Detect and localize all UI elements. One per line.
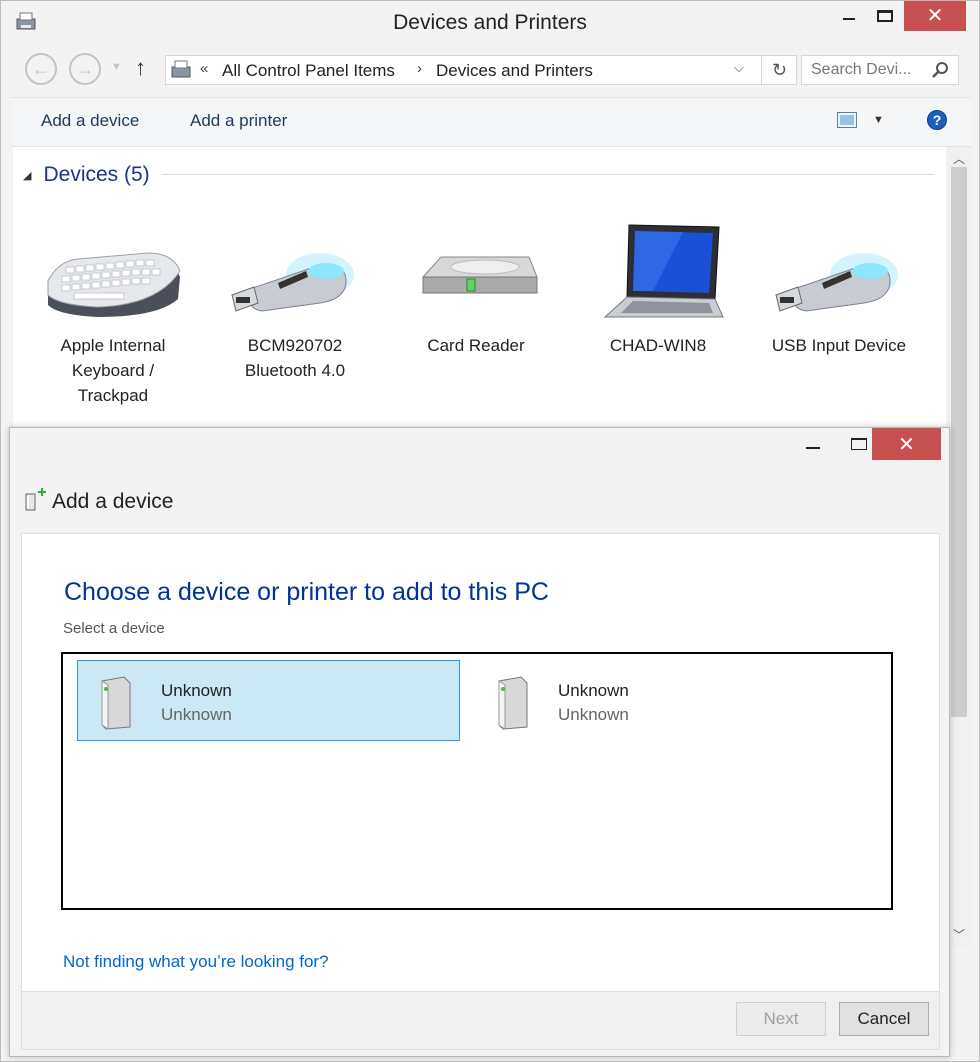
- dialog-body: Choose a device or printer to add to thi…: [21, 533, 940, 992]
- not-finding-link[interactable]: Not finding what you’re looking for?: [63, 952, 329, 972]
- close-button[interactable]: ✕: [904, 1, 966, 31]
- devices-content-area: ◢ Devices (5) Apple Internal Keyboard / T…: [13, 147, 946, 437]
- device-label: CHAD-WIN8: [609, 336, 707, 355]
- forward-arrow-icon: →: [76, 58, 94, 79]
- refresh-button[interactable]: ↻: [761, 56, 797, 84]
- devices-printers-location-icon: [171, 60, 191, 78]
- device-bcm920702-bluetooth[interactable]: BCM920702 Bluetooth 4.0: [205, 217, 385, 383]
- minimize-icon: [843, 18, 855, 20]
- dialog-close-button[interactable]: ✕: [872, 428, 941, 460]
- device-label: USB Input Device: [771, 336, 907, 355]
- navigation-bar: ← → ▼ ↑ « All Control Panel Items › Devi…: [11, 45, 971, 97]
- collapse-triangle-icon[interactable]: ◢: [23, 169, 31, 182]
- close-icon: ✕: [898, 433, 915, 456]
- unknown-device-icon: [101, 676, 131, 730]
- vertical-scrollbar[interactable]: ︿ ﹀: [947, 147, 971, 947]
- forward-button[interactable]: →: [69, 53, 101, 85]
- add-device-command[interactable]: Add a device: [41, 111, 139, 131]
- dialog-heading: Choose a device or printer to add to thi…: [64, 578, 549, 606]
- device-card-reader[interactable]: Card Reader: [386, 217, 566, 358]
- scrollbar-thumb[interactable]: [951, 167, 967, 717]
- breadcrumb-overflow-icon[interactable]: «: [200, 60, 208, 77]
- device-list[interactable]: Unknown Unknown Unknown Unknown: [61, 652, 893, 910]
- usb-dongle-icon: [231, 253, 354, 312]
- maximize-button[interactable]: [867, 1, 903, 31]
- dialog-subheading: Select a device: [63, 620, 165, 637]
- add-device-dialog: ✕ Add a device Choose a device or printe…: [9, 427, 950, 1057]
- maximize-icon: [877, 10, 893, 22]
- device-apple-keyboard[interactable]: Apple Internal Keyboard / Trackpad: [23, 217, 203, 408]
- command-bar: Add a device Add a printer ▼ ?: [11, 97, 971, 147]
- dialog-title: Add a device: [52, 490, 174, 513]
- devices-group-title: Devices (5): [43, 163, 150, 186]
- scroll-up-icon[interactable]: ︿: [947, 147, 971, 169]
- breadcrumb-separator-icon[interactable]: ›: [417, 60, 422, 77]
- devices-group-header[interactable]: ◢ Devices (5): [23, 163, 150, 187]
- help-icon[interactable]: ?: [927, 110, 947, 130]
- keyboard-icon: [47, 252, 181, 317]
- unknown-device-icon: [498, 676, 528, 730]
- device-label: BCM920702 Bluetooth 4.0: [244, 336, 346, 380]
- address-bar[interactable]: « All Control Panel Items › Devices and …: [165, 55, 797, 85]
- dialog-footer: Next Cancel: [21, 992, 940, 1050]
- title-bar: Devices and Printers ✕: [1, 1, 979, 45]
- device-type: Unknown: [558, 705, 629, 724]
- device-list-item-2[interactable]: Unknown Unknown: [474, 660, 857, 741]
- minimize-button[interactable]: [831, 1, 867, 31]
- group-divider: [162, 174, 934, 175]
- breadcrumb-devices-and-printers[interactable]: Devices and Printers: [436, 61, 593, 81]
- device-name: Unknown: [558, 681, 629, 700]
- search-icon[interactable]: [930, 60, 950, 80]
- minimize-icon: [806, 447, 820, 449]
- refresh-icon: ↻: [771, 59, 788, 80]
- up-arrow-icon: ↑: [135, 55, 146, 80]
- close-icon: ✕: [926, 5, 944, 27]
- drive-icon: [422, 256, 538, 294]
- maximize-icon: [851, 438, 867, 450]
- back-arrow-icon: ←: [32, 58, 50, 79]
- add-printer-command[interactable]: Add a printer: [190, 111, 287, 131]
- device-type: Unknown: [161, 705, 232, 724]
- device-list-item-1[interactable]: Unknown Unknown: [77, 660, 460, 741]
- next-button[interactable]: Next: [736, 1002, 826, 1036]
- device-label: Apple Internal Keyboard / Trackpad: [60, 336, 166, 405]
- cancel-button[interactable]: Cancel: [839, 1002, 929, 1036]
- device-name: Unknown: [161, 681, 232, 700]
- search-box[interactable]: [801, 55, 959, 85]
- dialog-minimize-button[interactable]: [790, 428, 836, 460]
- device-usb-input[interactable]: USB Input Device: [749, 217, 929, 358]
- device-label: Card Reader: [427, 336, 525, 355]
- laptop-icon: [603, 224, 724, 318]
- recent-locations-chevron-down-icon[interactable]: ▼: [111, 61, 122, 73]
- back-button[interactable]: ←: [25, 53, 57, 85]
- device-chad-win8[interactable]: CHAD-WIN8: [568, 217, 748, 358]
- address-history-chevron-down-icon[interactable]: ⌵: [734, 60, 744, 76]
- breadcrumb-all-control-panel-items[interactable]: All Control Panel Items: [222, 61, 395, 81]
- up-button[interactable]: ↑: [135, 55, 146, 81]
- change-view-icon[interactable]: [837, 112, 857, 128]
- view-options-chevron-down-icon[interactable]: ▼: [873, 114, 884, 126]
- add-device-icon: [25, 488, 46, 511]
- usb-dongle-icon: [775, 253, 898, 312]
- scroll-down-icon[interactable]: ﹀: [947, 923, 971, 945]
- search-input[interactable]: [802, 56, 930, 84]
